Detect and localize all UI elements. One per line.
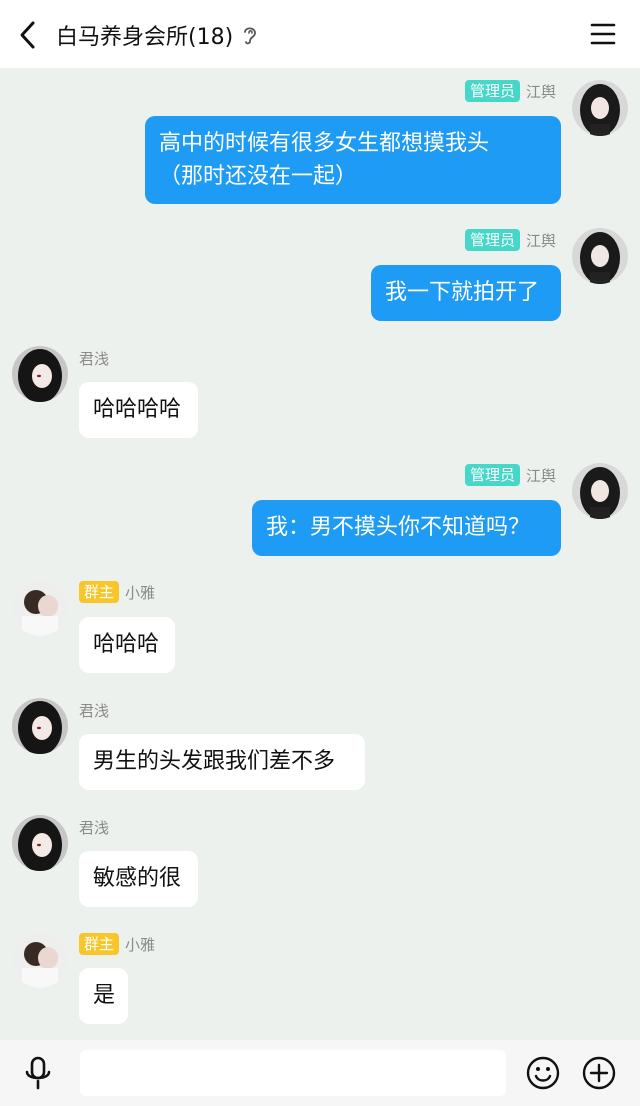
message-line: 哈哈哈	[93, 632, 160, 657]
sender-name[interactable]: 江舆	[526, 230, 556, 251]
message-bubble[interactable]: 我：男不摸头你不知道吗？	[252, 500, 561, 556]
message-line: （那时还没在一起）	[159, 164, 358, 189]
sender-name[interactable]: 江舆	[526, 465, 556, 486]
message-line: 男生的头发跟我们差不多	[93, 749, 336, 774]
hamburger-menu-icon[interactable]	[590, 22, 616, 46]
input-bar	[0, 1040, 640, 1106]
sender-name[interactable]: 小雅	[125, 934, 155, 955]
owner-badge: 群主	[79, 581, 120, 603]
message-line: 是	[93, 983, 116, 1008]
ear-icon	[244, 27, 257, 45]
sender-meta: 管理员 江舆	[464, 464, 556, 486]
message-line: 高中的时候有很多女生都想摸我头	[159, 131, 490, 156]
admin-badge: 管理员	[464, 229, 520, 251]
admin-badge: 管理员	[464, 80, 520, 102]
message-line: 我一下就拍开了	[385, 280, 540, 305]
message-bubble[interactable]: 敏感的很	[79, 851, 198, 907]
message-bubble[interactable]: 哈哈哈	[79, 617, 175, 673]
message-list[interactable]: 管理员 江舆 高中的时候有很多女生都想摸我头 （那时还没在一起） 管理员 江舆 …	[0, 68, 640, 1038]
message-line: 我：男不摸头你不知道吗？	[266, 515, 531, 540]
sender-meta: 管理员 江舆	[464, 80, 556, 102]
sender-name[interactable]: 君浅	[79, 348, 109, 369]
message-bubble[interactable]: 哈哈哈哈	[79, 382, 198, 438]
message-bubble[interactable]: 男生的头发跟我们差不多	[79, 734, 365, 790]
sender-meta: 群主 小雅	[79, 933, 155, 955]
sender-meta: 君浅	[79, 347, 109, 369]
avatar[interactable]	[12, 932, 68, 988]
avatar[interactable]	[572, 228, 628, 284]
message-bubble[interactable]: 是	[79, 968, 128, 1024]
sender-name[interactable]: 君浅	[79, 817, 109, 838]
owner-badge: 群主	[79, 933, 120, 955]
sender-meta: 管理员 江舆	[464, 229, 556, 251]
sender-name[interactable]: 君浅	[79, 700, 109, 721]
title-wrap[interactable]: 白马养身会所(18)	[56, 18, 259, 52]
sender-meta: 君浅	[79, 816, 109, 838]
admin-badge: 管理员	[464, 464, 520, 486]
avatar[interactable]	[572, 463, 628, 519]
avatar[interactable]	[12, 580, 68, 636]
avatar[interactable]	[12, 698, 68, 754]
message-line: 哈哈哈哈	[93, 397, 182, 422]
sender-meta: 群主 小雅	[79, 581, 155, 603]
plus-circle-icon[interactable]	[582, 1056, 616, 1090]
sender-name[interactable]: 江舆	[526, 81, 556, 102]
microphone-icon[interactable]	[22, 1056, 54, 1090]
message-bubble[interactable]: 我一下就拍开了	[371, 265, 561, 321]
message-input[interactable]	[80, 1050, 506, 1096]
chat-header: 白马养身会所(18)	[0, 0, 640, 68]
avatar[interactable]	[12, 815, 68, 871]
chevron-left-icon[interactable]	[14, 18, 42, 52]
message-line: 敏感的很	[93, 866, 182, 891]
emoji-icon[interactable]	[526, 1056, 560, 1090]
message-bubble[interactable]: 高中的时候有很多女生都想摸我头 （那时还没在一起）	[145, 116, 561, 204]
avatar[interactable]	[12, 346, 68, 402]
avatar[interactable]	[572, 80, 628, 136]
sender-meta: 君浅	[79, 699, 109, 721]
group-title: 白马养身会所(18)	[56, 25, 234, 50]
sender-name[interactable]: 小雅	[125, 582, 155, 603]
